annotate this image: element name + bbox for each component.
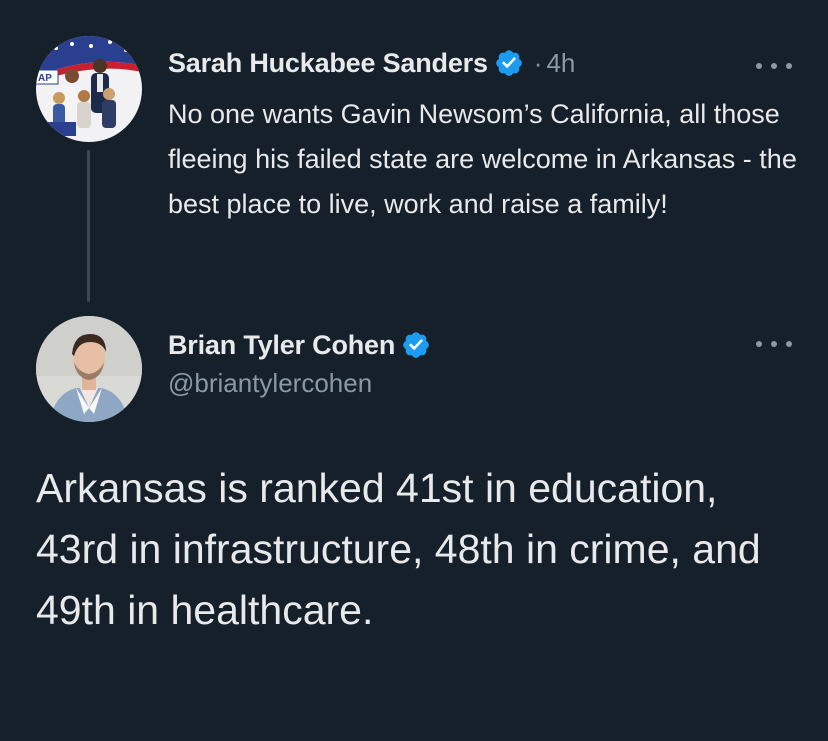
more-dots-icon[interactable] (756, 334, 792, 354)
more-dots-icon[interactable] (756, 56, 792, 76)
tweet-header: Sarah Huckabee Sanders · 4h (168, 42, 575, 84)
tweet-separator: · (533, 47, 543, 78)
verified-badge-icon (401, 330, 431, 360)
family-photo-icon: AP ah (36, 36, 142, 142)
thread-connector-line (87, 150, 90, 302)
tweet-time[interactable]: 4h (546, 48, 575, 79)
tweet-thread: AP ah Sarah Huckabee Sanders · 4h No one… (0, 0, 828, 741)
verified-badge-icon (494, 48, 524, 78)
author-name[interactable]: Brian Tyler Cohen (168, 330, 395, 361)
avatar-sign-text: AP (38, 73, 52, 84)
avatar-sarah-huckabee-sanders[interactable]: AP ah (36, 36, 142, 142)
tweet-text: Arkansas is ranked 41st in education, 43… (36, 465, 761, 633)
tweet-header: Brian Tyler Cohen (168, 324, 431, 366)
profile-photo-icon (36, 316, 142, 422)
author-name[interactable]: Sarah Huckabee Sanders (168, 48, 488, 79)
avatar-brian-tyler-cohen[interactable] (36, 316, 142, 422)
tweet-text: No one wants Gavin Newsom’s California, … (168, 99, 797, 219)
author-handle[interactable]: @briantylercohen (168, 368, 372, 399)
avatar-banner-text: ah (40, 125, 50, 135)
